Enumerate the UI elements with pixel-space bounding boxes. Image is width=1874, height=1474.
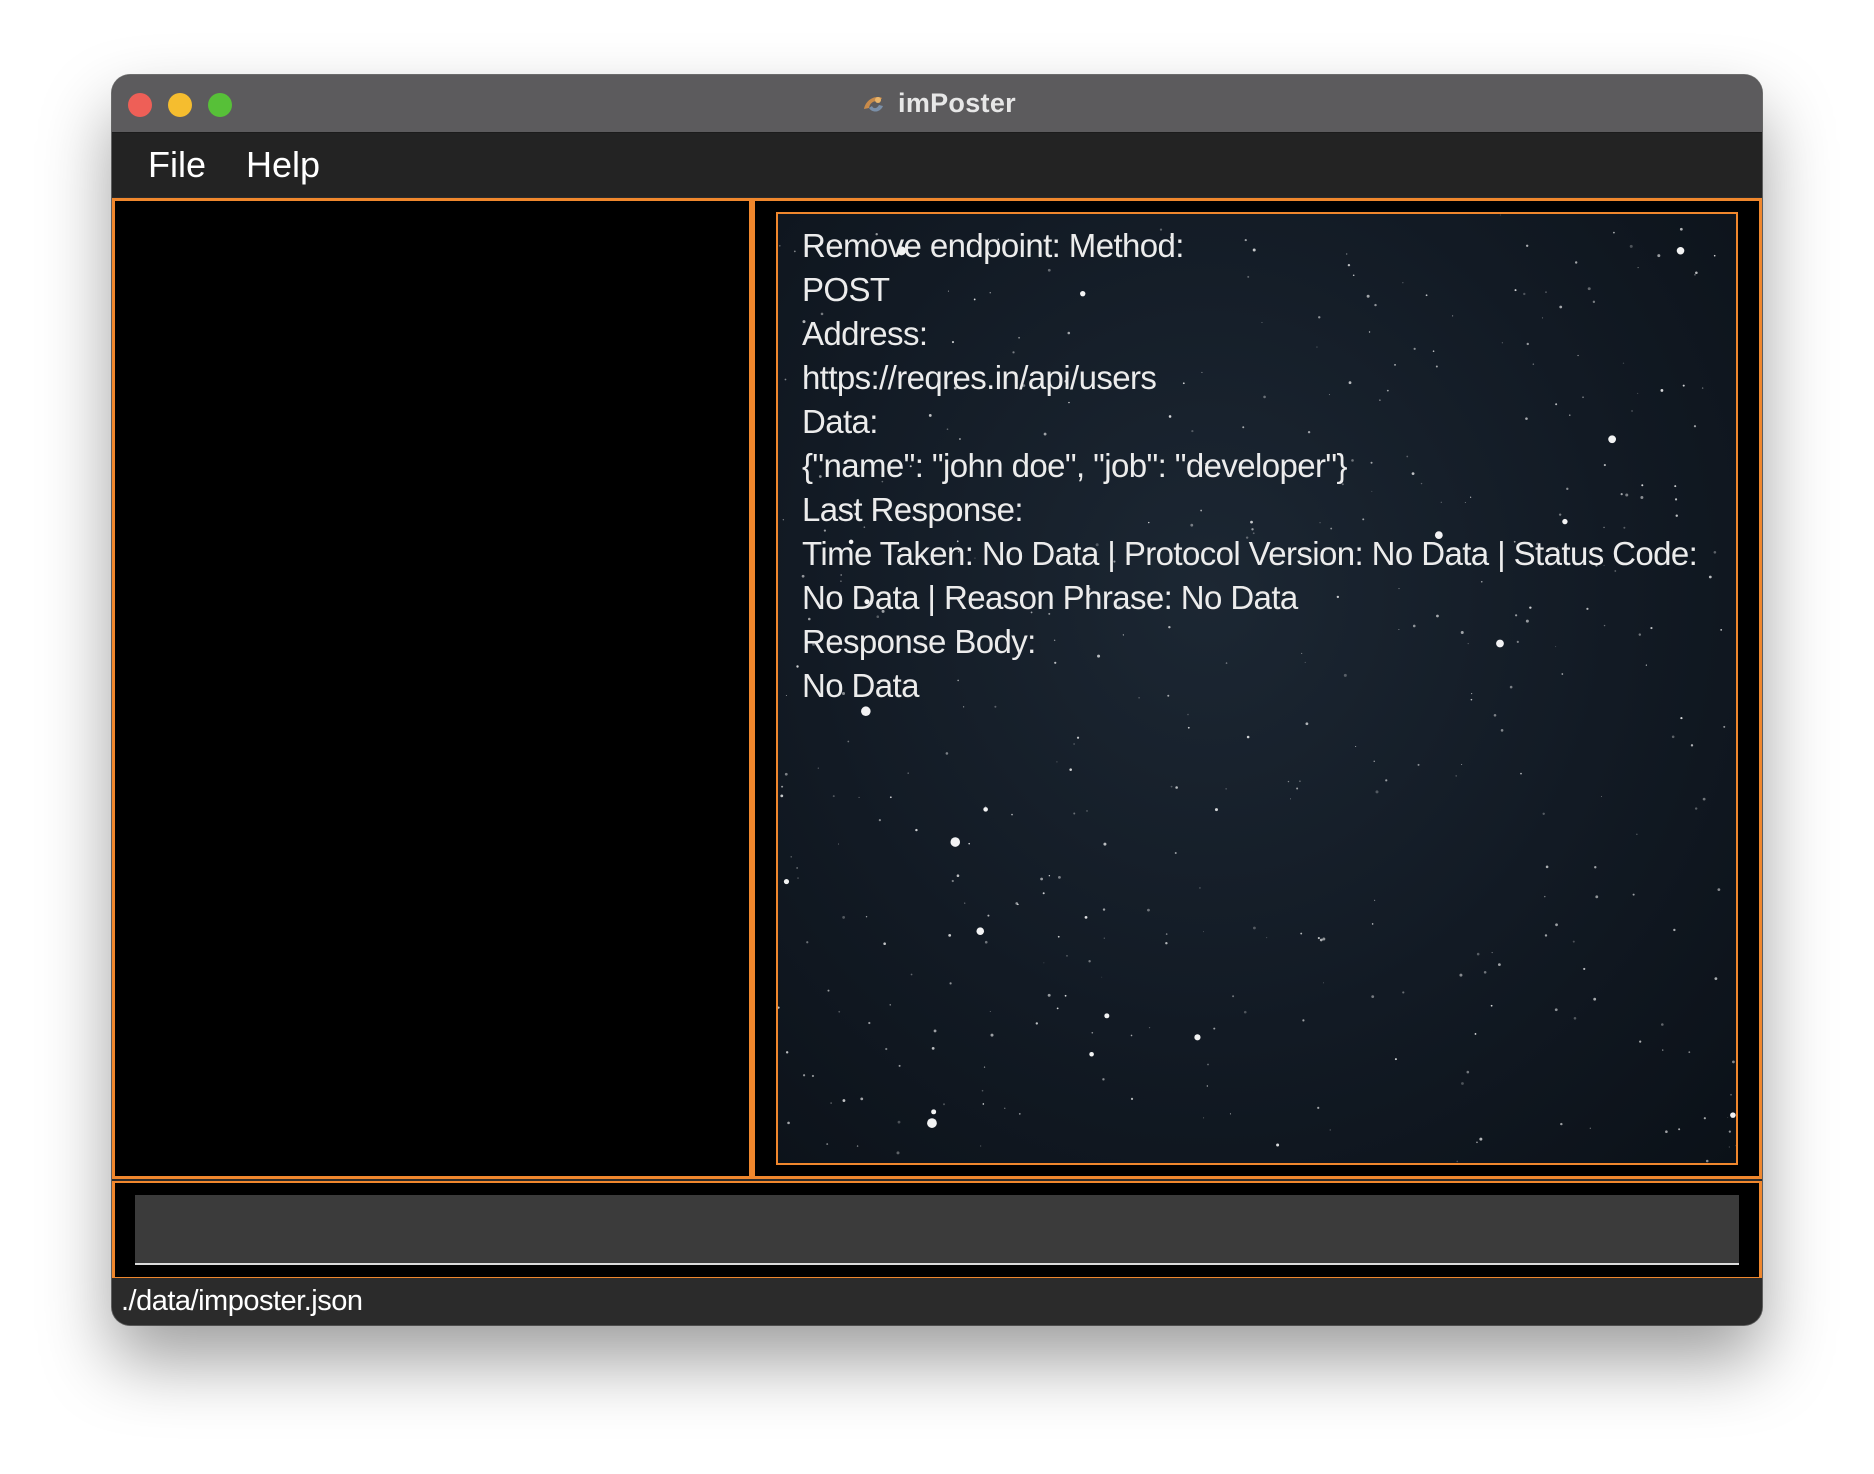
detail-line: https://reqres.in/api/users	[802, 359, 1157, 396]
detail-line: No Data	[802, 667, 919, 704]
detail-line: POST	[802, 271, 890, 308]
detail-line: No Data | Reason Phrase: No Data	[802, 579, 1298, 616]
imposter-app-icon	[864, 96, 884, 112]
command-box	[112, 1181, 1762, 1278]
detail-line: Address:	[802, 315, 928, 352]
menu-help[interactable]: Help	[246, 144, 320, 186]
endpoint-detail-card: Remove endpoint: Method: POST Address: h…	[776, 212, 1738, 1165]
data-file-path: ./data/imposter.json	[121, 1285, 363, 1317]
detail-line: Remove endpoint: Method:	[802, 227, 1184, 264]
title-bar[interactable]: imPoster	[112, 75, 1762, 133]
app-window: imPoster File Help Remove endpoint: Meth…	[112, 75, 1762, 1325]
command-input[interactable]	[135, 1195, 1739, 1265]
endpoint-detail-panel: Remove endpoint: Method: POST Address: h…	[752, 198, 1762, 1179]
endpoint-detail-text: Remove endpoint: Method: POST Address: h…	[802, 224, 1717, 708]
window-title: imPoster	[112, 75, 1762, 132]
endpoint-list-panel[interactable]	[112, 198, 752, 1179]
detail-line: {"name": "john doe", "job": "developer"}	[802, 447, 1348, 484]
detail-line: Time Taken: No Data | Protocol Version: …	[802, 535, 1698, 572]
status-bar: ./data/imposter.json	[112, 1278, 1762, 1325]
detail-line: Response Body:	[802, 623, 1036, 660]
menu-bar: File Help	[112, 133, 1762, 197]
window-title-text: imPoster	[898, 88, 1016, 118]
detail-line: Last Response:	[802, 491, 1024, 528]
detail-line: Data:	[802, 403, 878, 440]
main-content: Remove endpoint: Method: POST Address: h…	[112, 198, 1762, 1181]
menu-file[interactable]: File	[148, 144, 206, 186]
